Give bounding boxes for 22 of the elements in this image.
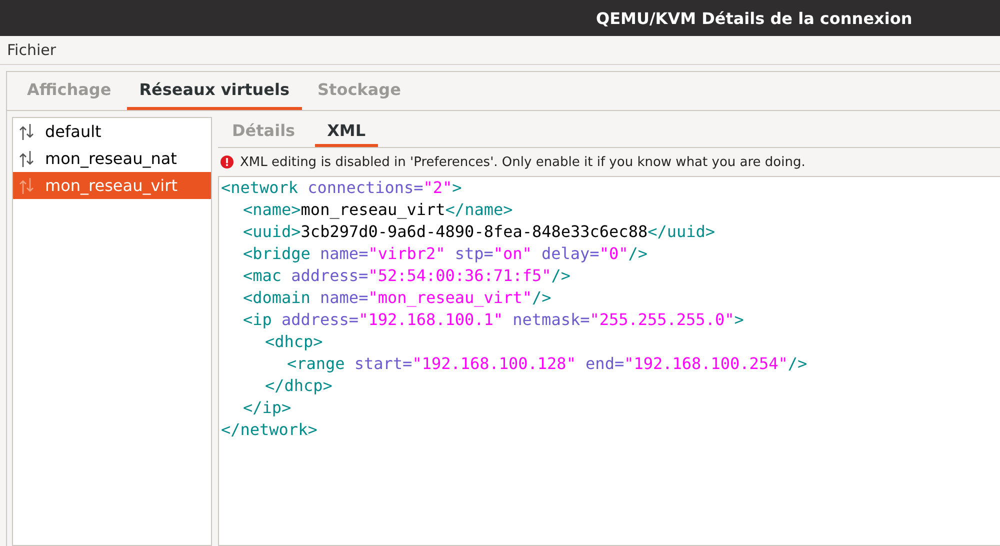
menu-item[interactable]: Fichier — [7, 41, 56, 59]
code-line: </dhcp> — [264, 375, 334, 397]
error-icon — [220, 155, 234, 169]
warning-text: XML editing is disabled in 'Preferences'. Only enable it if you know what you are doing. — [240, 154, 806, 170]
code-line: <ip address="192.168.100.1" netmask="255.255.255.0"> — [242, 309, 745, 331]
code-line: <range start="192.168.100.128" end="192.168.100.254"/> — [286, 353, 808, 375]
xml-editor[interactable] — [218, 176, 1000, 546]
window-title: QEMU/KVM Détails de la connexion — [596, 8, 912, 28]
code-line: <mac address="52:54:00:36:71:f5"/> — [242, 265, 572, 287]
tab[interactable]: Réseaux virtuels — [127, 72, 302, 110]
code-line: <name>mon_reseau_virt</name> — [242, 199, 514, 221]
code-line: </ip> — [242, 397, 292, 419]
code-line: <bridge name="virbr2" stp="on" delay="0"/> — [242, 243, 648, 265]
network-item[interactable]: mon_reseau_nat — [13, 145, 211, 172]
code-line: </network> — [221, 419, 318, 441]
tab[interactable]: XML — [315, 117, 378, 147]
network-item[interactable]: mon_reseau_virt — [13, 172, 211, 199]
code-line: <dhcp> — [264, 331, 324, 353]
network-item[interactable]: default — [13, 118, 211, 145]
code-line: <network connections="2"> — [221, 177, 463, 199]
code-line: <uuid>3cb297d0-9a6d-4890-8fea-848e33c6ec88</uuid> — [242, 221, 716, 243]
code-line: <domain name="mon_reseau_virt"/> — [242, 287, 552, 309]
